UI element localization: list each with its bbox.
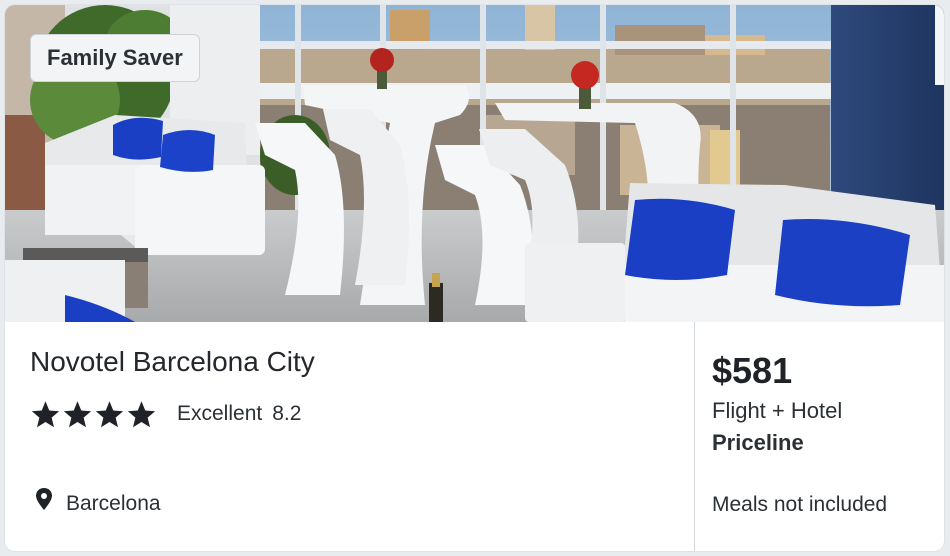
hotel-name[interactable]: Novotel Barcelona City <box>30 346 315 378</box>
rating-label: Excellent <box>177 402 263 425</box>
rating-row: Excellent 8.2 <box>30 398 301 430</box>
hotel-photo[interactable]: Family Saver <box>5 5 944 322</box>
star-rating <box>30 399 157 429</box>
star-icon <box>127 401 156 428</box>
location: Barcelona <box>35 488 161 516</box>
star-icon <box>63 401 92 428</box>
provider-name: Priceline <box>712 430 804 455</box>
hotel-card[interactable]: Family Saver Novotel Barcelona City Exce… <box>5 5 944 551</box>
map-pin-icon <box>36 488 52 510</box>
rating-score: 8.2 <box>272 402 302 425</box>
hotel-info: Novotel Barcelona City Excellent 8.2 Bar… <box>5 322 694 551</box>
star-icon <box>31 401 60 428</box>
price-panel[interactable]: $581 Flight + Hotel Priceline Meals not … <box>695 322 944 551</box>
meals-info: Meals not included <box>712 493 888 516</box>
package-type: Flight + Hotel <box>712 398 843 423</box>
price: $581 <box>712 350 793 391</box>
family-saver-badge: Family Saver <box>30 34 200 82</box>
location-city: Barcelona <box>66 492 161 515</box>
star-icon <box>95 401 124 428</box>
